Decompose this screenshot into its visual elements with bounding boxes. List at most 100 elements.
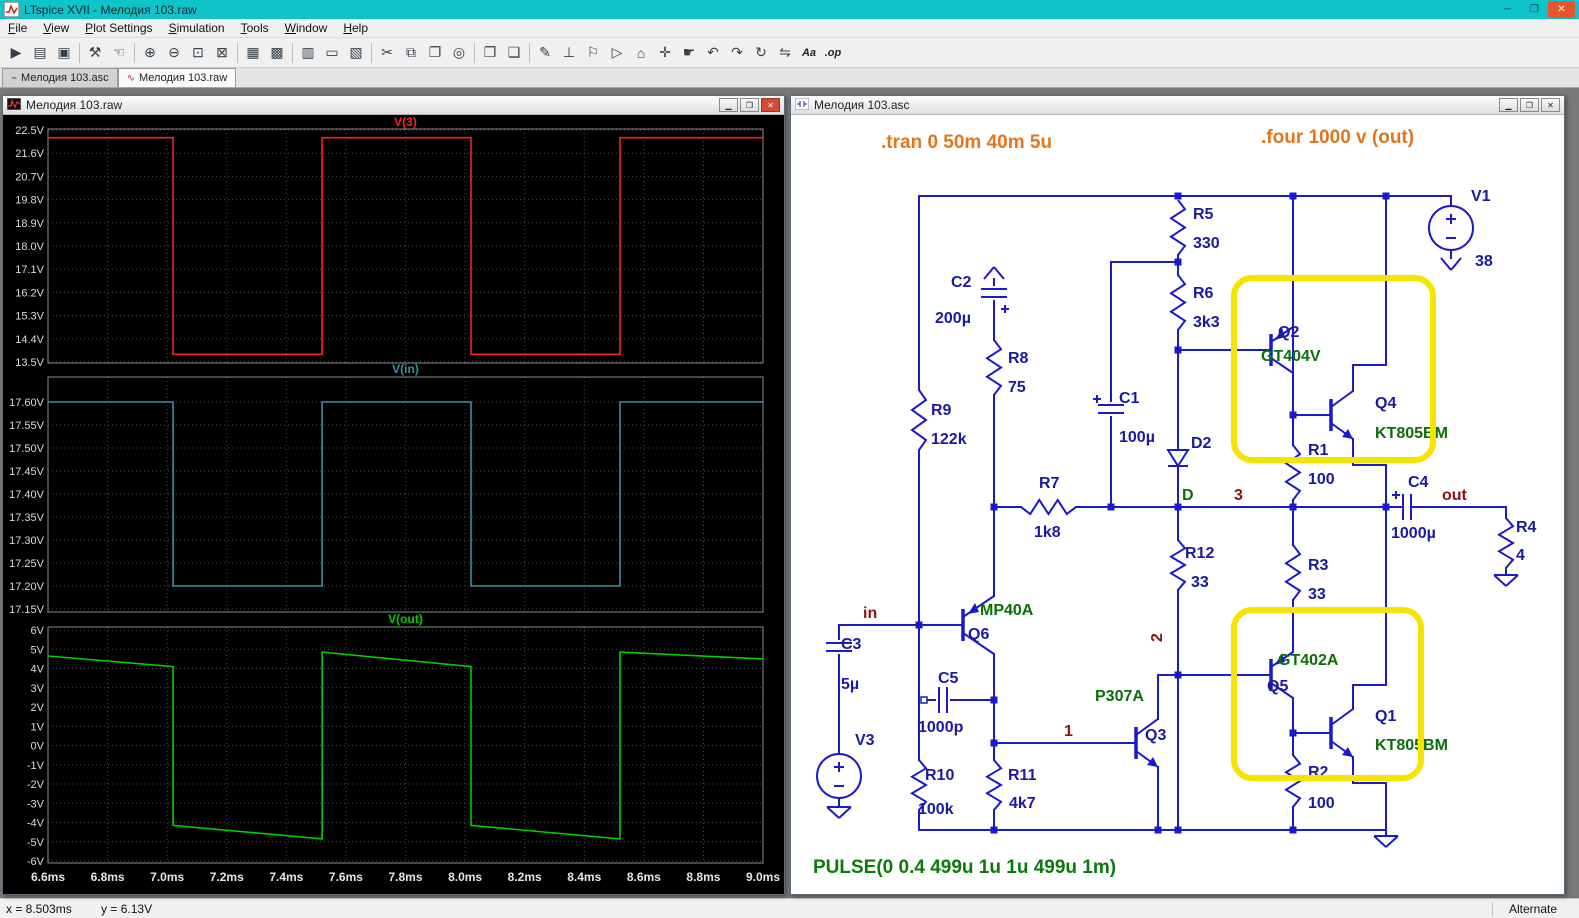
- trace-vout[interactable]: [47, 651, 764, 840]
- capacitor-C2[interactable]: [981, 288, 1007, 298]
- resistor-R6[interactable]: [1169, 274, 1187, 331]
- zoom-out-icon[interactable]: ⊖: [162, 41, 186, 65]
- value-c2[interactable]: 200µ: [935, 310, 971, 327]
- undo-icon[interactable]: ↶: [701, 41, 725, 65]
- label-c2[interactable]: C2: [951, 274, 972, 291]
- place-component-icon[interactable]: ⌂: [629, 41, 653, 65]
- label-v3[interactable]: V3: [855, 732, 875, 749]
- place-diode-icon[interactable]: ▷: [605, 41, 629, 65]
- schematic-window-titlebar[interactable]: Мелодия 103.asc ▁ ❐ ✕: [791, 96, 1564, 115]
- zoom-in-icon[interactable]: ⊕: [138, 41, 162, 65]
- schematic-window[interactable]: Мелодия 103.asc ▁ ❐ ✕ .tran 0 50m 40m 5u…: [790, 95, 1565, 895]
- net-label-out[interactable]: out: [1442, 487, 1468, 504]
- value-c1[interactable]: 100µ: [1119, 429, 1155, 446]
- label-q2[interactable]: Q2: [1278, 324, 1299, 341]
- resistor-R12[interactable]: [1169, 539, 1187, 591]
- value-r1[interactable]: 100: [1308, 471, 1335, 488]
- open-folder-icon[interactable]: ▤: [28, 41, 52, 65]
- value-r4[interactable]: 4: [1516, 547, 1525, 564]
- net-label-3[interactable]: 3: [1234, 487, 1243, 504]
- waveform-window[interactable]: Мелодия 103.raw ▁ ❐ ✕ 22.5V 21.6V 20.7V 19.…: [2, 95, 785, 895]
- value-c4[interactable]: 1000µ: [1391, 525, 1436, 542]
- net-label-2[interactable]: 2: [1149, 633, 1166, 642]
- paste-icon[interactable]: ❐: [423, 41, 447, 65]
- waveform-close-button[interactable]: ✕: [761, 98, 780, 112]
- move-icon[interactable]: ✛: [653, 41, 677, 65]
- resistor-R7[interactable]: [1020, 498, 1077, 516]
- text-tool-icon[interactable]: Aa: [797, 41, 821, 65]
- waveform-plots[interactable]: 22.5V 21.6V 20.7V 19.8V 18.9V 18.0V 17.1V 16.2V…: [3, 115, 784, 894]
- trace-title[interactable]: V(3): [394, 115, 417, 129]
- trace-title[interactable]: V(out): [388, 612, 423, 626]
- value-r6[interactable]: 3k3: [1193, 314, 1220, 331]
- save-icon[interactable]: ▣: [52, 41, 76, 65]
- label-q5[interactable]: Q5: [1267, 678, 1288, 695]
- value-r7[interactable]: 1k8: [1034, 524, 1061, 541]
- value-q5[interactable]: GT402A: [1278, 652, 1339, 669]
- value-r3[interactable]: 33: [1308, 586, 1326, 603]
- transistor-Q4[interactable]: [1329, 390, 1354, 440]
- resistor-R3[interactable]: [1284, 544, 1302, 601]
- value-r8[interactable]: 75: [1008, 379, 1026, 396]
- resistor-R9[interactable]: [910, 389, 928, 451]
- place-ground-icon[interactable]: ⊥: [557, 41, 581, 65]
- voltage-source-V3[interactable]: [816, 753, 862, 799]
- menu-item-window[interactable]: Window: [277, 20, 336, 36]
- label-c3[interactable]: C3: [841, 636, 862, 653]
- title-bar[interactable]: LTspice XVII - Мелодия 103.raw ─ ❐ ✕: [0, 0, 1579, 19]
- value-r2[interactable]: 100: [1308, 795, 1335, 812]
- redo-icon[interactable]: ↷: [725, 41, 749, 65]
- value-r9[interactable]: 122k: [931, 431, 967, 448]
- label-r4[interactable]: R4: [1516, 519, 1537, 536]
- transistor-Q1[interactable]: [1329, 708, 1354, 758]
- waveform-pane-vout[interactable]: 6V 5V 4V 3V 2V 1V 0V -1V -2V -3V -4V -5V -6V V(out): [27, 612, 764, 868]
- schematic-close-button[interactable]: ✕: [1541, 98, 1560, 112]
- mirror-icon[interactable]: ⇋: [773, 41, 797, 65]
- label-q3[interactable]: Q3: [1145, 727, 1166, 744]
- tab-waveform[interactable]: ∿ Мелодия 103.raw: [117, 68, 237, 87]
- find-icon[interactable]: ◎: [447, 41, 471, 65]
- value-c3[interactable]: 5µ: [841, 676, 859, 693]
- value-q1[interactable]: KT805BM: [1375, 737, 1448, 754]
- place-label-icon[interactable]: ⚐: [581, 41, 605, 65]
- value-q4[interactable]: KT805BM: [1375, 425, 1448, 442]
- value-r12[interactable]: 33: [1191, 574, 1209, 591]
- tran-directive[interactable]: .tran 0 50m 40m 5u: [881, 132, 1052, 153]
- label-r11[interactable]: R11: [1008, 767, 1037, 784]
- value-c5[interactable]: 1000p: [918, 719, 964, 736]
- net-label-in[interactable]: in: [863, 605, 877, 622]
- print-preview-icon[interactable]: ❑: [502, 41, 526, 65]
- tab-schematic[interactable]: ⌁ Мелодия 103.asc: [2, 68, 118, 87]
- label-r3[interactable]: R3: [1308, 557, 1329, 574]
- value-d2[interactable]: D: [1182, 487, 1194, 504]
- waveform-pane-v3[interactable]: 22.5V 21.6V 20.7V 19.8V 18.9V 18.0V 17.1V 16.2V…: [15, 115, 764, 369]
- cascade-windows-icon[interactable]: ▧: [344, 41, 368, 65]
- label-r8[interactable]: R8: [1008, 350, 1029, 367]
- waveform-pane-vin[interactable]: 17.60V 17.55V 17.50V 17.45V 17.40V 17.35V 17.3…: [9, 362, 764, 616]
- value-q3[interactable]: P307A: [1095, 688, 1144, 705]
- label-r10[interactable]: R10: [925, 767, 954, 784]
- resistor-R8[interactable]: [985, 339, 1003, 396]
- diode-D2[interactable]: [1166, 449, 1190, 468]
- value-q2[interactable]: GT404V: [1261, 348, 1321, 365]
- label-v1[interactable]: V1: [1471, 188, 1491, 205]
- menu-item-tools[interactable]: Tools: [233, 20, 277, 36]
- waveform-plot-area[interactable]: 22.5V 21.6V 20.7V 19.8V 18.9V 18.0V 17.1V 16.2V…: [3, 115, 784, 894]
- control-panel-icon[interactable]: ⚒: [83, 41, 107, 65]
- label-r5[interactable]: R5: [1193, 206, 1214, 223]
- label-r12[interactable]: R12: [1185, 545, 1214, 562]
- label-c5[interactable]: C5: [938, 670, 959, 687]
- net-label-1[interactable]: 1: [1064, 723, 1073, 740]
- four-directive[interactable]: .four 1000 v (out): [1261, 127, 1414, 148]
- waveform-window-titlebar[interactable]: Мелодия 103.raw ▁ ❐ ✕: [3, 96, 784, 115]
- waveform-maximize-button[interactable]: ❐: [740, 98, 759, 112]
- value-r11[interactable]: 4k7: [1009, 795, 1036, 812]
- copy-icon[interactable]: ⧉: [399, 41, 423, 65]
- pulse-directive[interactable]: PULSE(0 0.4 499u 1u 1u 499u 1m): [813, 857, 1116, 878]
- menu-item-help[interactable]: Help: [335, 20, 376, 36]
- resistor-R11[interactable]: [985, 759, 1003, 811]
- value-q6[interactable]: MP40A: [980, 602, 1034, 619]
- trace-title[interactable]: V(in): [392, 362, 419, 376]
- grid-icon[interactable]: ▦: [241, 41, 265, 65]
- voltage-source-V1[interactable]: [1428, 205, 1474, 251]
